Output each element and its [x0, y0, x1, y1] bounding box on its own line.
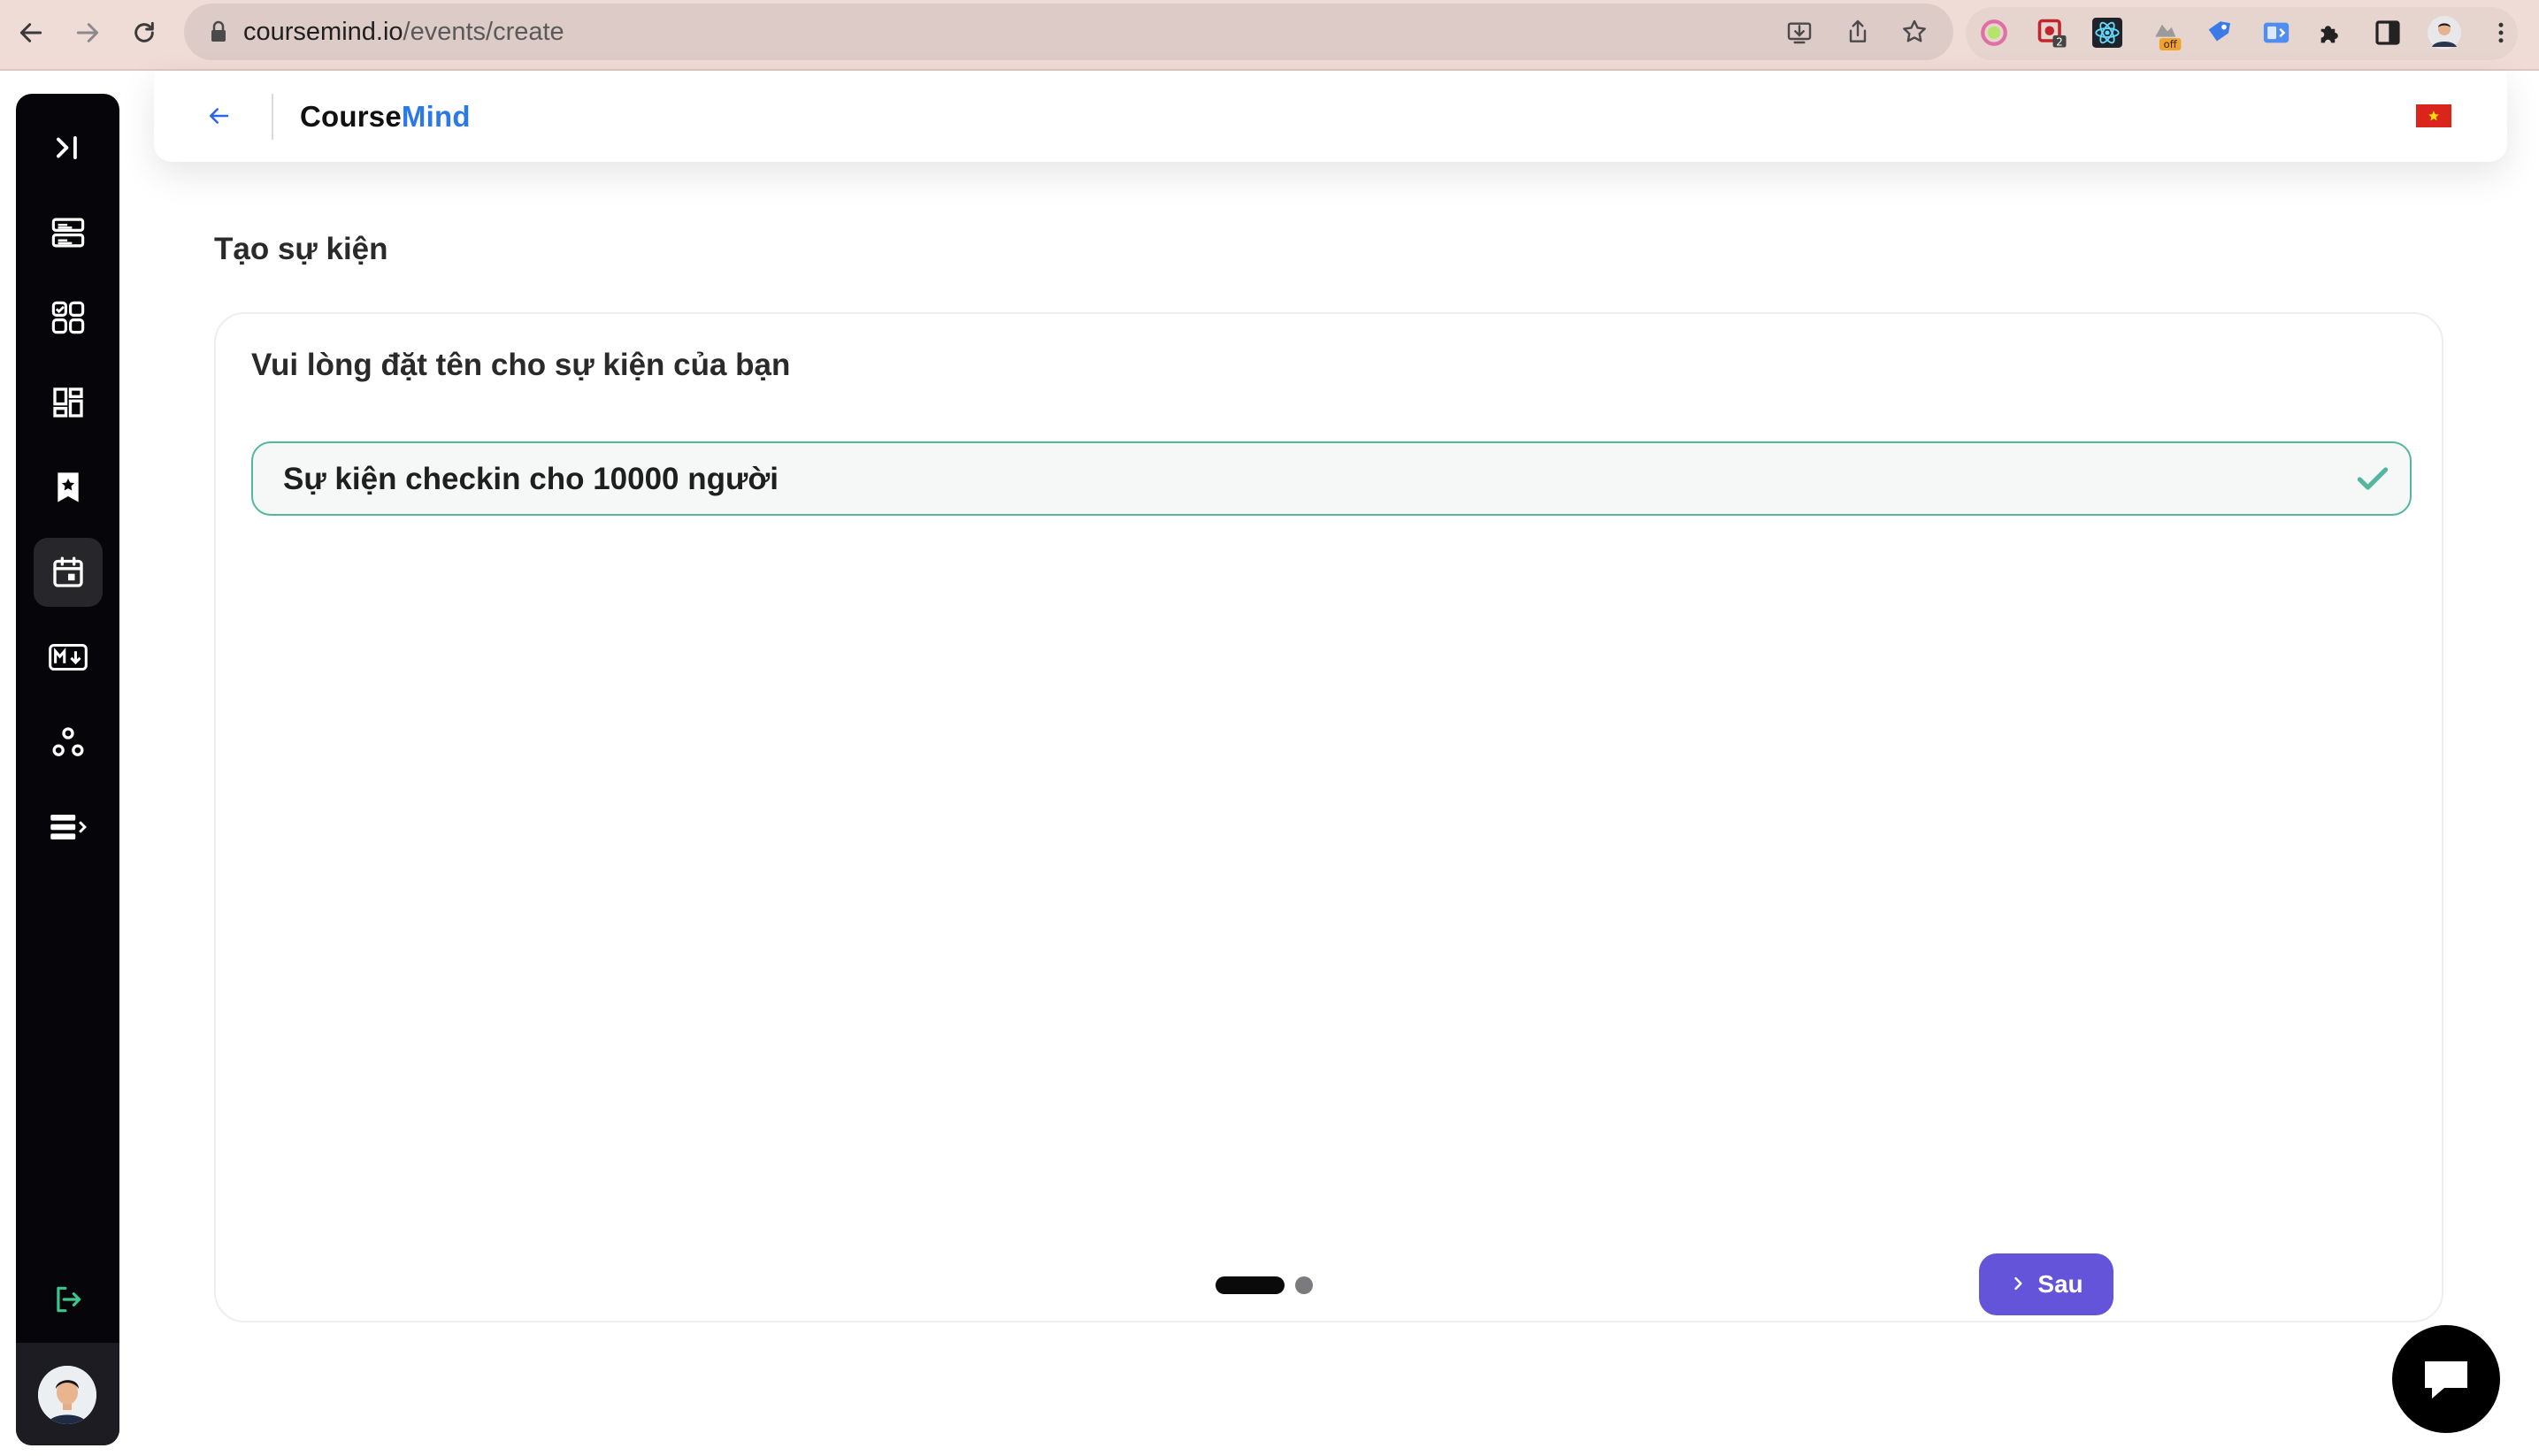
next-button-label: Sau	[2037, 1270, 2083, 1298]
bookmark-star-outline-icon[interactable]	[1900, 18, 1929, 50]
calendar-icon[interactable]	[34, 538, 103, 607]
server-icon[interactable]	[34, 198, 103, 267]
check-icon	[2353, 459, 2392, 498]
screen-recorder-icon[interactable]: 2	[2033, 14, 2070, 51]
bookmark-star-icon[interactable]	[34, 453, 103, 522]
user-profile[interactable]	[16, 1343, 119, 1445]
app-sidebar	[16, 94, 119, 1445]
brand-part2: Mind	[401, 100, 471, 133]
app-header: CourseMind	[154, 71, 2507, 162]
next-button[interactable]: Sau	[1979, 1253, 2113, 1315]
step-dot-active[interactable]	[1216, 1276, 1285, 1294]
page-title: Tạo sự kiện	[214, 232, 388, 266]
url-path: /events/create	[403, 18, 564, 46]
list-arrow-icon[interactable]	[34, 793, 103, 862]
dashboard-icon[interactable]	[34, 368, 103, 437]
forward-icon[interactable]	[67, 12, 108, 53]
lock-icon	[209, 19, 228, 49]
browser-menu-icon[interactable]	[2482, 14, 2520, 51]
react-devtools-icon[interactable]	[2089, 14, 2126, 51]
logout-icon[interactable]	[34, 1265, 103, 1334]
recorder-badge: 2	[2056, 35, 2063, 48]
chat-launcher-button[interactable]	[2392, 1325, 2500, 1433]
nodes-icon[interactable]	[34, 708, 103, 777]
brand-logo[interactable]: CourseMind	[300, 97, 471, 136]
markdown-icon[interactable]	[34, 623, 103, 692]
reload-icon[interactable]	[124, 12, 165, 53]
chat-bubble-icon	[2425, 1361, 2467, 1399]
off-badge: off	[2164, 38, 2178, 50]
event-name-question: Vui lòng đặt tên cho sự kiện của bạn	[251, 348, 791, 382]
install-app-icon[interactable]	[1785, 18, 1814, 50]
expand-sidebar-icon[interactable]	[34, 113, 103, 182]
back-arrow-icon[interactable]	[196, 94, 241, 138]
chevron-right-icon	[2009, 1270, 2027, 1299]
url-host: coursemind.io	[243, 18, 403, 46]
puzzle-icon[interactable]	[2313, 14, 2350, 51]
event-name-input[interactable]	[281, 443, 2320, 516]
tag-icon[interactable]	[2201, 14, 2238, 51]
sidebar-extension-icon[interactable]	[2258, 14, 2295, 51]
back-icon[interactable]	[11, 12, 51, 53]
side-panel-icon[interactable]	[2369, 14, 2406, 51]
apps-check-icon[interactable]	[34, 283, 103, 352]
step-dot-inactive[interactable]	[1295, 1276, 1313, 1294]
event-name-field[interactable]	[251, 441, 2412, 516]
header-divider	[272, 94, 273, 140]
vietnam-flag-icon[interactable]	[2416, 104, 2451, 127]
color-picker-icon[interactable]	[1975, 14, 2013, 51]
avatar[interactable]	[38, 1366, 96, 1424]
extension-off-icon[interactable]: off	[2146, 14, 2183, 51]
profile-avatar-icon[interactable]	[2426, 14, 2463, 51]
create-event-card: Vui lòng đặt tên cho sự kiện của bạn Sau	[214, 312, 2443, 1322]
url-text: coursemind.io/events/create	[243, 14, 564, 50]
browser-toolbar: coursemind.io/events/create 2 off	[0, 0, 2539, 71]
brand-part1: Course	[300, 100, 402, 133]
share-icon[interactable]	[1844, 18, 1872, 50]
